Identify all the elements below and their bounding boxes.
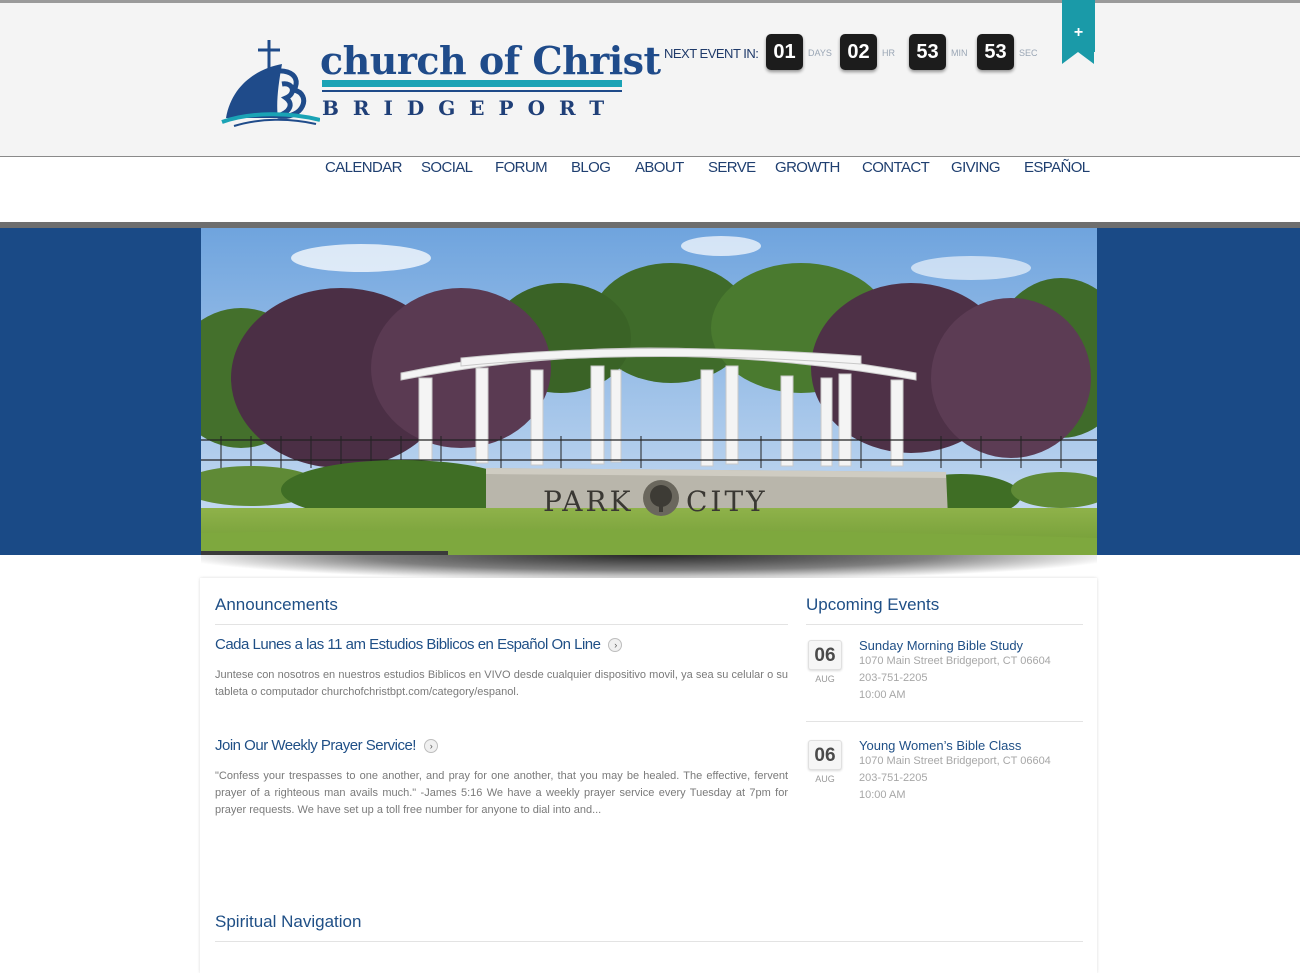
slide-shadow <box>201 555 1097 579</box>
event-phone: 203-751-2205 <box>859 672 928 684</box>
post-title-text: Join Our Weekly Prayer Service! <box>215 737 416 754</box>
countdown-hours-unit: HR <box>882 48 895 58</box>
logo-band-line <box>322 90 622 92</box>
announcements-rule <box>215 624 788 625</box>
site-header: church of Christ BRIDGEPORT NEXT EVENT I… <box>0 3 1300 157</box>
nav-social[interactable]: SOCIAL <box>421 159 473 176</box>
event-phone: 203-751-2205 <box>859 772 928 784</box>
logo-subtitle: BRIDGEPORT <box>322 96 619 120</box>
event-month: AUG <box>815 674 835 684</box>
event-day: 06 <box>808 740 842 770</box>
event-day: 06 <box>808 640 842 670</box>
chevron-right-icon[interactable]: › <box>608 638 623 653</box>
events-heading: Upcoming Events <box>806 595 940 614</box>
nav-giving[interactable]: GIVING <box>951 159 1001 176</box>
event-item: 06 AUG Young Women’s Bible Class 1070 Ma… <box>806 737 1083 827</box>
event-address: 1070 Main Street Bridgeport, CT 06604 <box>859 655 1051 667</box>
top-panel-toggle[interactable]: + <box>1062 0 1095 66</box>
event-time: 10:00 AM <box>859 789 906 801</box>
plus-icon: + <box>1073 24 1084 41</box>
main-nav: CALENDAR SOCIAL FORUM BLOG ABOUT SERVE G… <box>0 157 1300 223</box>
sign-left-text: PARK <box>543 485 634 518</box>
logo-title: church of Christ <box>320 38 661 83</box>
ribbon-tail <box>1062 52 1094 64</box>
logo-band <box>322 80 622 87</box>
spiritual-navigation-heading: Spiritual Navigation <box>215 912 362 931</box>
post-excerpt-2: "Confess your trespasses to one another,… <box>215 770 788 816</box>
nav-growth[interactable]: GROWTH <box>775 159 840 176</box>
post-title-text: Cada Lunes a las 11 am Estudios Biblicos… <box>215 636 601 653</box>
events-rule <box>806 624 1083 625</box>
post-title-2[interactable]: Join Our Weekly Prayer Service! › <box>215 737 438 754</box>
site-logo[interactable]: church of Christ BRIDGEPORT <box>220 38 661 128</box>
chevron-right-icon[interactable]: › <box>423 739 438 754</box>
post-excerpt-1: Juntese con nosotros en nuestros estudio… <box>215 669 788 698</box>
countdown-hours: 02 <box>840 34 877 70</box>
nav-forum[interactable]: FORUM <box>495 159 548 176</box>
hero-slide[interactable]: PARK CITY <box>201 228 1097 555</box>
post-title-1[interactable]: Cada Lunes a las 11 am Estudios Biblicos… <box>215 636 623 653</box>
event-divider <box>806 721 1083 722</box>
nav-contact[interactable]: CONTACT <box>862 159 930 176</box>
nav-calendar[interactable]: CALENDAR <box>325 159 402 176</box>
nav-espanol[interactable]: ESPAÑOL <box>1024 159 1090 176</box>
event-time: 10:00 AM <box>859 689 906 701</box>
nav-about[interactable]: ABOUT <box>635 159 684 176</box>
countdown-seconds: 53 <box>977 34 1014 70</box>
church-emblem-icon <box>221 40 320 127</box>
nav-blog[interactable]: BLOG <box>571 159 611 176</box>
announcements-heading: Announcements <box>215 595 338 614</box>
event-title[interactable]: Sunday Morning Bible Study <box>859 638 1023 653</box>
event-month: AUG <box>815 774 835 784</box>
event-item: 06 AUG Sunday Morning Bible Study 1070 M… <box>806 637 1083 727</box>
park-city-photo: PARK CITY <box>201 228 1097 555</box>
countdown-label: NEXT EVENT IN: <box>664 46 759 61</box>
spiritual-rule <box>215 941 1083 942</box>
countdown-minutes: 53 <box>909 34 946 70</box>
countdown-days: 01 <box>766 34 803 70</box>
countdown-seconds-unit: SEC <box>1019 48 1038 58</box>
sign-right-text: CITY <box>686 485 768 518</box>
event-address: 1070 Main Street Bridgeport, CT 06604 <box>859 755 1051 767</box>
countdown-minutes-unit: MIN <box>951 48 968 58</box>
countdown-days-unit: DAYS <box>808 48 832 58</box>
nav-serve[interactable]: SERVE <box>708 159 756 176</box>
event-title[interactable]: Young Women’s Bible Class <box>859 738 1021 753</box>
